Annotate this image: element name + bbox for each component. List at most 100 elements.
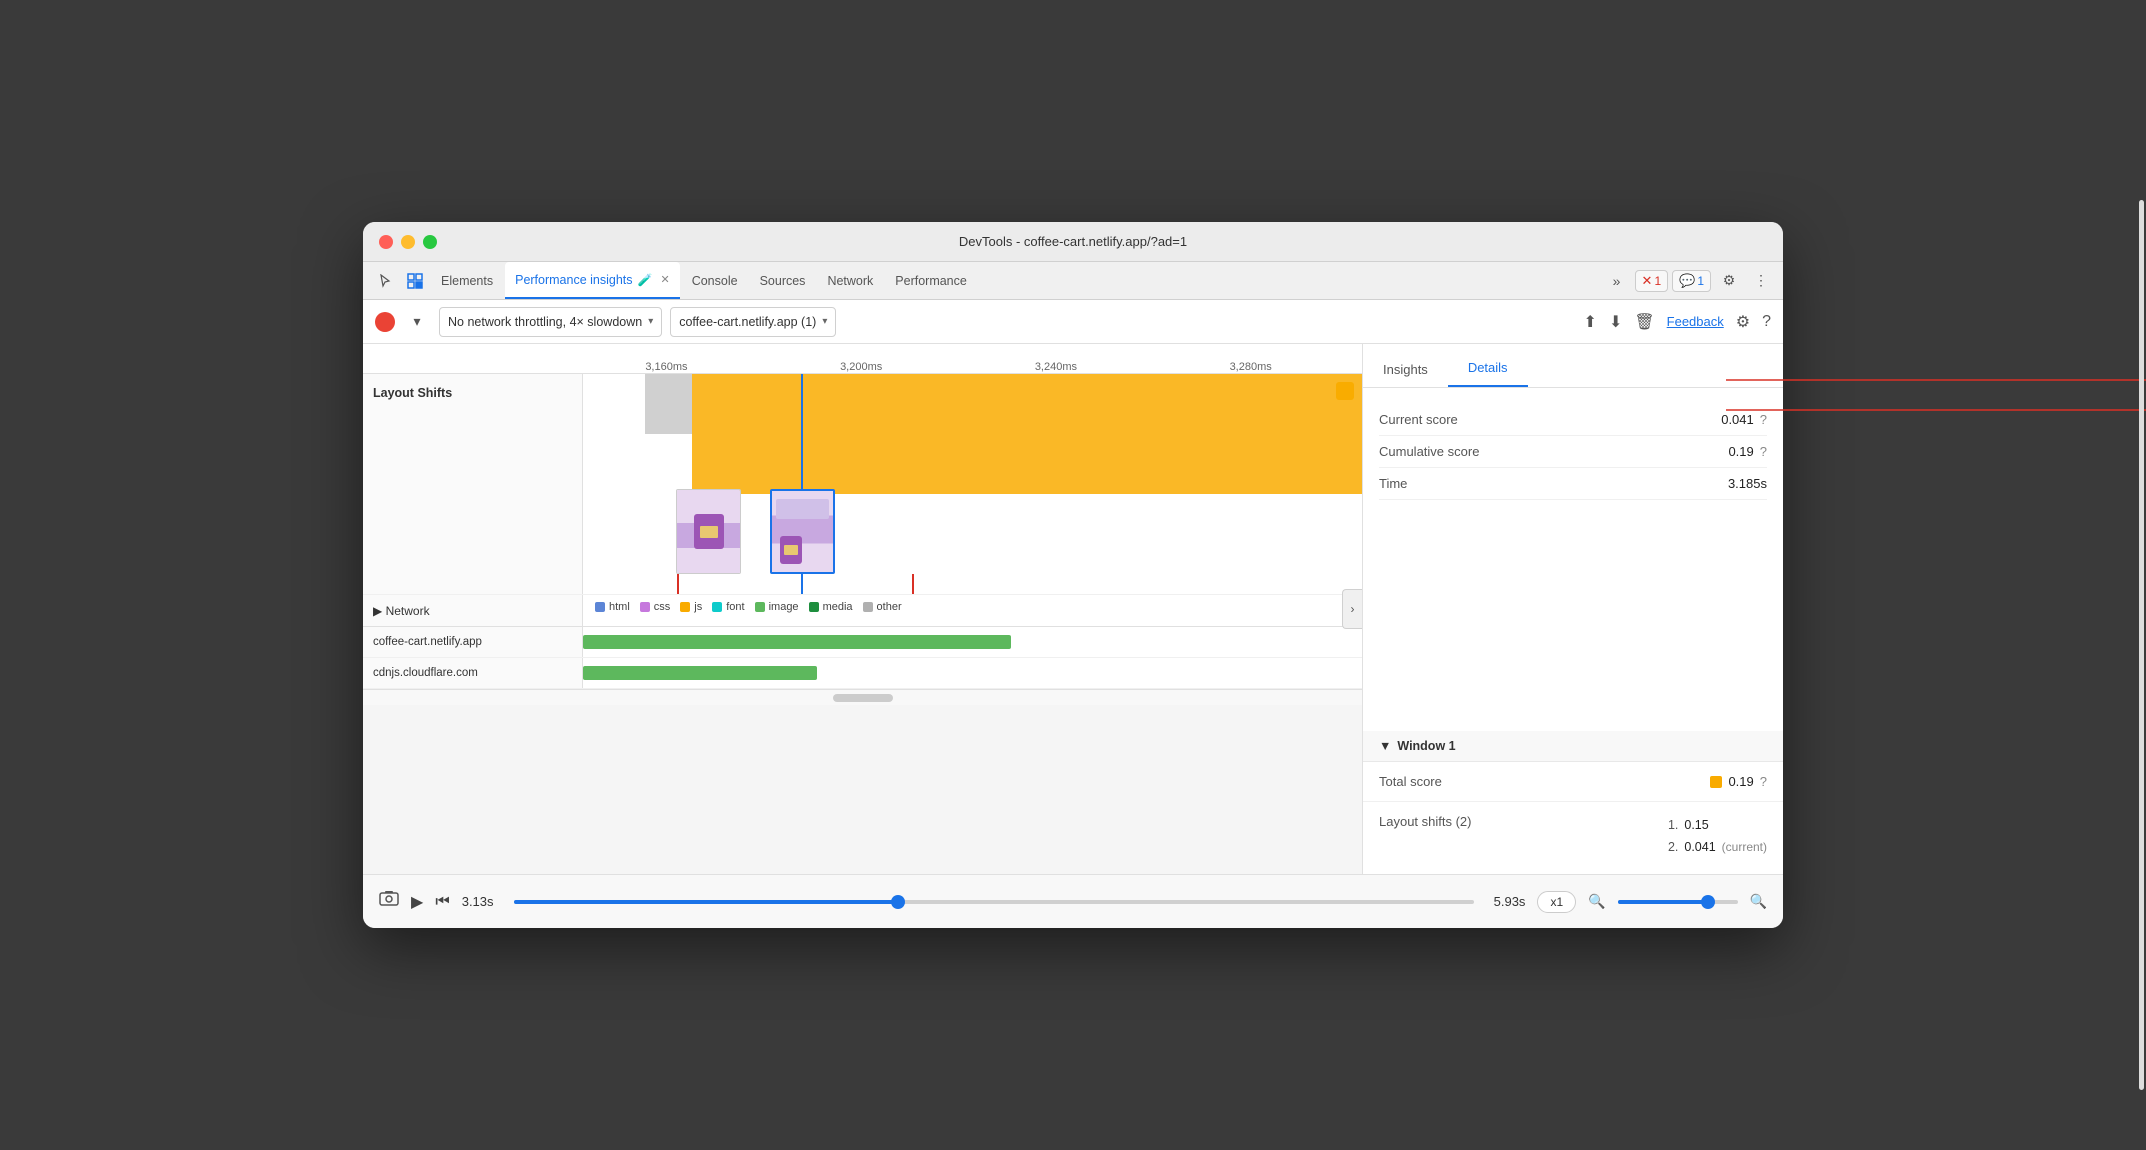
network-legend: html css js font (583, 595, 1362, 619)
tick-3: 3,240ms (1035, 361, 1077, 373)
feedback-link[interactable]: Feedback (1667, 314, 1724, 329)
cursor-icon[interactable] (371, 267, 399, 295)
tab-network[interactable]: Network (817, 262, 883, 299)
target-arrow-icon: ▾ (822, 316, 827, 327)
error-badge[interactable]: ✕ 1 (1635, 270, 1669, 292)
dropdown-arrow-icon[interactable]: ▾ (403, 308, 431, 336)
tick-4: 3,280ms (1230, 361, 1272, 373)
layout-shifts-content (583, 374, 1362, 594)
total-score-help-icon[interactable]: ? (1760, 774, 1767, 789)
tab-close-icon[interactable]: ✕ (660, 273, 669, 286)
skip-to-start-button[interactable]: ⏮ (435, 893, 449, 911)
legend-image: image (755, 601, 799, 613)
network-label[interactable]: ▶ Network (363, 595, 583, 626)
window-1-section-header: ▼ Window 1 (1363, 731, 1783, 762)
tab-performance-insights[interactable]: Performance insights 🧪 ✕ (505, 262, 680, 299)
end-time: 5.93s (1494, 894, 1526, 909)
tick-1: 3,160ms (645, 361, 687, 373)
delete-icon[interactable]: 🗑 (1634, 312, 1654, 332)
time-label: Time (1379, 476, 1407, 491)
layout-shifts-section: Layout shifts (2) 1. 0.15 2. 0.041 (curr… (1363, 802, 1783, 874)
tab-insights[interactable]: Insights (1363, 362, 1448, 387)
progress-fill (514, 900, 898, 904)
legend-other-dot (863, 602, 873, 612)
legend-js: js (680, 601, 702, 613)
minimize-button[interactable] (401, 235, 415, 249)
playback-progress-track[interactable] (514, 900, 1474, 904)
cumulative-score-help-icon[interactable]: ? (1760, 444, 1767, 459)
help-icon[interactable]: ? (1762, 313, 1771, 331)
current-score-label: Current score (1379, 412, 1458, 427)
devtools-window: DevTools - coffee-cart.netlify.app/?ad=1… (363, 222, 1783, 928)
layout-shifts-values: 1. 0.15 2. 0.041 (current) (1668, 814, 1767, 858)
time-value: 3.185s (1728, 476, 1767, 491)
left-panel: 3,160ms 3,200ms 3,240ms 3,280ms Layout S… (363, 344, 1363, 874)
tab-console[interactable]: Console (682, 262, 748, 299)
target-dropdown[interactable]: coffee-cart.netlify.app (1) ▾ (670, 307, 836, 337)
legend-image-dot (755, 602, 765, 612)
more-tabs-button[interactable]: » (1603, 267, 1631, 295)
collapse-panel-button[interactable]: › (1342, 589, 1362, 629)
settings2-icon[interactable]: ⚙ (1736, 312, 1750, 332)
thumbnail-2[interactable] (770, 489, 835, 574)
play-button[interactable]: ▶ (411, 892, 423, 912)
legend-media: media (809, 601, 853, 613)
total-score-row: Total score 0.19 ? (1363, 762, 1783, 802)
throttle-dropdown[interactable]: No network throttling, 4× slowdown ▾ (439, 307, 662, 337)
close-button[interactable] (379, 235, 393, 249)
layout-shifts-label: Layout Shifts (363, 374, 583, 594)
start-time: 3.13s (462, 894, 494, 909)
legend-font: font (712, 601, 744, 613)
toolbar: ▾ No network throttling, 4× slowdown ▾ c… (363, 300, 1783, 344)
network-file-row-2: cdnjs.cloudflare.com (363, 658, 1362, 689)
legend-js-dot (680, 602, 690, 612)
shift-item-2: 2. 0.041 (current) (1668, 836, 1767, 858)
zoom-thumb[interactable] (1701, 895, 1715, 909)
maximize-button[interactable] (423, 235, 437, 249)
orange-bar-main (692, 374, 1362, 494)
gray-bar-1 (645, 374, 692, 434)
inspect-icon[interactable] (401, 267, 429, 295)
screenshot-icon[interactable] (379, 891, 399, 912)
zoom-track[interactable] (1618, 900, 1738, 904)
zoom-fill (1618, 900, 1708, 904)
right-content: Current score 0.041 ? Cumulative score 0… (1363, 388, 1783, 731)
mini-scrollbar[interactable] (833, 694, 893, 702)
record-button[interactable] (375, 312, 395, 332)
layout-shifts-detail-label: Layout shifts (2) (1379, 814, 1472, 829)
current-score-value: 0.041 ? (1721, 412, 1767, 427)
total-score-value: 0.19 ? (1710, 774, 1767, 789)
message-badge[interactable]: 💬 1 (1672, 270, 1711, 292)
timeline-scrollbar[interactable] (363, 689, 1362, 705)
tabs-bar: Elements Performance insights 🧪 ✕ Consol… (363, 262, 1783, 300)
speed-button[interactable]: x1 (1537, 891, 1576, 913)
network-legend-content: html css js font (583, 595, 1362, 626)
legend-font-dot (712, 602, 722, 612)
tab-details[interactable]: Details (1448, 360, 1528, 387)
cumulative-score-row: Cumulative score 0.19 ? (1379, 436, 1767, 468)
current-score-help-icon[interactable]: ? (1760, 412, 1767, 427)
bottom-bar: ▶ ⏮ 3.13s 5.93s x1 🔍 🔍 (363, 874, 1783, 928)
file-content-2 (583, 658, 1362, 688)
file-bar-2 (583, 666, 817, 680)
layout-shifts-row: Layout Shifts (363, 374, 1362, 595)
thumbnail-1[interactable] (676, 489, 741, 574)
tab-elements[interactable]: Elements (431, 262, 503, 299)
progress-thumb[interactable] (891, 895, 905, 909)
settings-icon[interactable]: ⚙ (1715, 267, 1743, 295)
more-options-icon[interactable]: ⋮ (1747, 267, 1775, 295)
download-icon[interactable]: ⬇ (1609, 312, 1622, 332)
chevron-down-icon: ▼ (1379, 739, 1391, 753)
tab-performance[interactable]: Performance (885, 262, 977, 299)
legend-css-dot (640, 602, 650, 612)
total-score-detail: Total score 0.19 ? (1379, 770, 1767, 793)
toolbar-icons: ⬆ ⬇ 🗑 Feedback ⚙ ? (1584, 312, 1771, 332)
zoom-in-icon[interactable]: 🔍 (1750, 893, 1767, 910)
layout-shifts-detail-row: Layout shifts (2) 1. 0.15 2. 0.041 (curr… (1379, 810, 1767, 866)
titlebar: DevTools - coffee-cart.netlify.app/?ad=1 (363, 222, 1783, 262)
file-label-2: cdnjs.cloudflare.com (363, 658, 583, 688)
tab-sources[interactable]: Sources (750, 262, 816, 299)
zoom-out-icon[interactable]: 🔍 (1588, 893, 1605, 910)
file-content-1 (583, 627, 1362, 657)
upload-icon[interactable]: ⬆ (1584, 312, 1597, 332)
